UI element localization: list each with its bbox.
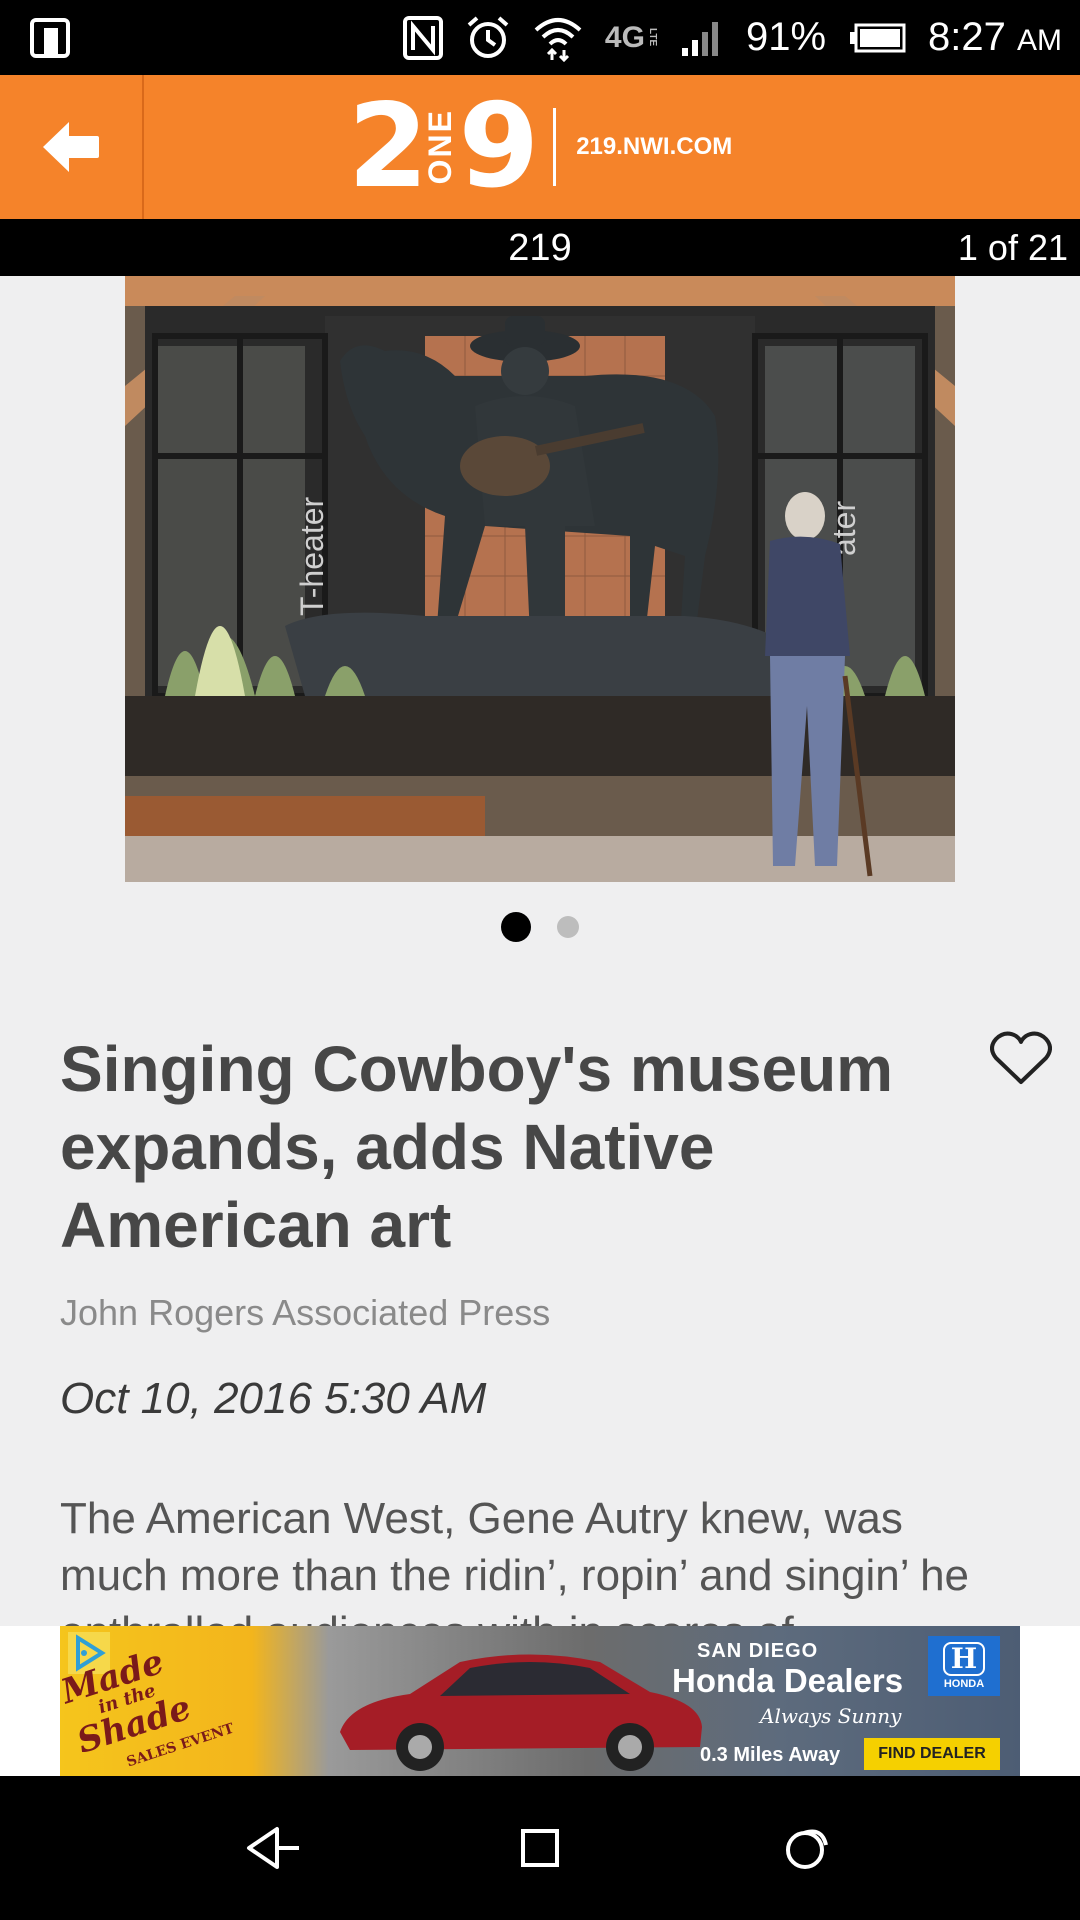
gallery-pager	[0, 912, 1080, 942]
device-switch-icon	[30, 14, 70, 62]
gallery-counter: 1 of 21	[957, 227, 1068, 268]
article-date: Oct 10, 2016 5:30 AM	[60, 1374, 487, 1423]
logo-url: 219.NWI.COM	[576, 133, 733, 160]
screen: 4G LTE 91% 8:27 AM 2 ONE 9 219.NWI.COM 2…	[0, 0, 1080, 1920]
logo-word: ONE	[422, 109, 459, 185]
find-dealer-button[interactable]: FIND DEALER	[864, 1738, 1000, 1770]
app-bar: 2 ONE 9 219.NWI.COM	[0, 75, 1080, 219]
sign-left: T-heater	[294, 496, 330, 616]
honda-h-icon: H	[942, 1642, 986, 1676]
battery-percent: 91%	[745, 15, 827, 59]
logo-mark: 2 ONE 9	[347, 79, 539, 214]
honda-logo: H HONDA	[928, 1636, 1000, 1696]
pager-dot[interactable]	[557, 916, 579, 938]
back-triangle-icon	[247, 1827, 300, 1869]
clock: 8:27 AM	[928, 15, 1062, 59]
nav-back-button[interactable]	[228, 1803, 318, 1893]
ad-banner[interactable]: Made in the Shade SALES EVENT SAN DIEGO …	[0, 1626, 1080, 1776]
car-image	[340, 1654, 702, 1771]
home-square-icon	[520, 1829, 559, 1867]
logo-divider	[553, 108, 557, 186]
ad-distance: 0.3 Miles Away	[700, 1744, 841, 1766]
section-title: 219	[508, 227, 572, 269]
nav-home-button[interactable]	[495, 1803, 585, 1893]
signal-icon	[680, 14, 724, 62]
recents-icon	[785, 1829, 828, 1869]
site-logo: 2 ONE 9 219.NWI.COM	[144, 89, 1080, 205]
nav-recents-button[interactable]	[762, 1803, 852, 1893]
favorite-button[interactable]	[990, 1030, 1052, 1086]
system-nav-bar	[0, 1776, 1080, 1920]
logo-digit-right: 9	[458, 79, 539, 214]
status-bar: 4G LTE 91% 8:27 AM	[0, 0, 1080, 75]
back-arrow-icon	[43, 122, 99, 172]
back-button[interactable]	[0, 75, 144, 219]
section-bar: 219 1 of 21	[0, 219, 1080, 276]
heart-icon	[990, 1031, 1052, 1084]
network-type-icon: 4G LTE	[604, 20, 658, 54]
ad-brand: Honda Dealers	[672, 1662, 904, 1699]
nfc-icon	[402, 14, 443, 62]
article-byline: John Rogers Associated Press	[60, 1292, 551, 1333]
logo-digit-left: 2	[347, 79, 429, 214]
battery-icon	[848, 14, 906, 62]
alarm-icon	[465, 14, 511, 62]
wifi-icon	[533, 14, 583, 62]
ad-tagline: Always Sunny	[760, 1704, 902, 1728]
pager-dot-active[interactable]	[501, 912, 531, 942]
ad-city: SAN DIEGO	[697, 1640, 819, 1662]
article-headline: Singing Cowboy's museum expands, adds Na…	[60, 1033, 894, 1261]
article-photo[interactable]: T-heater ater	[125, 276, 955, 882]
ad-creative[interactable]: Made in the Shade SALES EVENT SAN DIEGO …	[60, 1626, 1020, 1776]
